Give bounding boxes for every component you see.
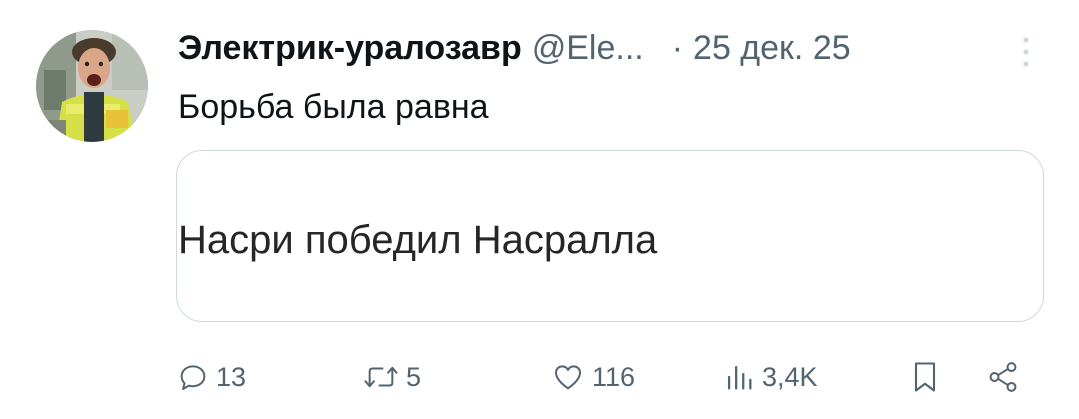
views-button[interactable]: 3,4K: [722, 352, 818, 402]
tweet-header: Электрик-уралозавр @Ele... · 25 дек. 25: [178, 28, 851, 68]
retweet-icon: [362, 360, 400, 394]
retweet-count: 5: [406, 361, 422, 392]
retweet-button[interactable]: 5: [362, 352, 421, 402]
card-text: Насри победил Насралла: [178, 218, 658, 262]
reply-count: 13: [216, 361, 247, 392]
tweet[interactable]: Электрик-уралозавр @Ele... · 25 дек. 25 Бор…: [0, 0, 1079, 419]
separator-dot: ·: [671, 29, 684, 67]
share-button[interactable]: [986, 352, 1020, 402]
like-count: 116: [592, 361, 636, 392]
reply-icon: [176, 360, 210, 394]
tweet-date[interactable]: 25 дек. 25: [693, 29, 851, 67]
share-icon: [986, 360, 1020, 394]
user-handle[interactable]: @Ele...: [532, 29, 644, 67]
tweet-text: Борьба была равна: [178, 88, 489, 126]
bookmark-button[interactable]: [910, 352, 940, 402]
views-count: 3,4K: [762, 361, 818, 392]
display-name[interactable]: Электрик-уралозавр: [178, 29, 522, 67]
more-icon[interactable]: [1016, 34, 1036, 70]
views-icon: [722, 360, 756, 394]
action-bar: 13 5 116 3,4K: [0, 352, 1079, 402]
bookmark-icon: [910, 359, 940, 395]
reply-button[interactable]: 13: [176, 352, 246, 402]
avatar[interactable]: [36, 30, 148, 142]
like-button[interactable]: 116: [550, 352, 635, 402]
heart-icon: [550, 360, 586, 394]
